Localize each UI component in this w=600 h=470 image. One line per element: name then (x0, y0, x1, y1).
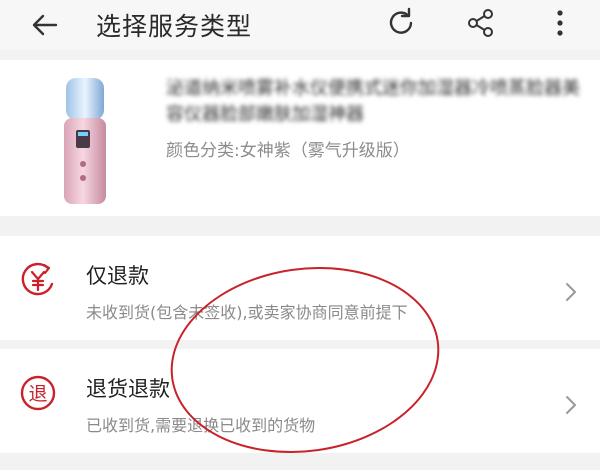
refund-only-title: 仅退款 (86, 264, 149, 288)
refund-yen-icon (21, 262, 54, 296)
refund-only-description: 未收到货(包含未签收),或卖家协商同意前提下 (86, 303, 408, 322)
refresh-icon[interactable] (384, 6, 418, 40)
page-title: 选择服务类型 (96, 12, 253, 41)
chevron-right-icon (566, 396, 576, 414)
return-refund-option[interactable]: 退 退货退款 已收到货,需要退换已收到的货物 (0, 349, 600, 453)
back-arrow-icon[interactable] (30, 10, 60, 40)
top-bar: 选择服务类型 (0, 0, 600, 50)
return-badge-icon: 退 (20, 375, 56, 411)
chevron-right-icon (566, 283, 576, 301)
product-title: 泌道纳米喷雾补水仪便携式迷你加湿器冷喷蒸脸器美容仪器脸部嫩肤加湿神器 (166, 78, 580, 125)
return-refund-description: 已收到货,需要退换已收到的货物 (86, 416, 316, 435)
product-image (64, 78, 106, 204)
share-icon[interactable] (464, 6, 498, 40)
return-refund-title: 退货退款 (86, 377, 170, 401)
refund-only-option[interactable]: 仅退款 未收到货(包含未签收),或卖家协商同意前提下 (0, 236, 600, 340)
divider (0, 340, 600, 349)
return-badge-text: 退 (28, 383, 47, 405)
product-variant: 颜色分类:女神紫（雾气升级版） (166, 141, 410, 161)
more-vertical-icon[interactable] (548, 6, 572, 40)
product-card: 泌道纳米喷雾补水仪便携式迷你加湿器冷喷蒸脸器美容仪器脸部嫩肤加湿神器 颜色分类:… (0, 60, 600, 216)
